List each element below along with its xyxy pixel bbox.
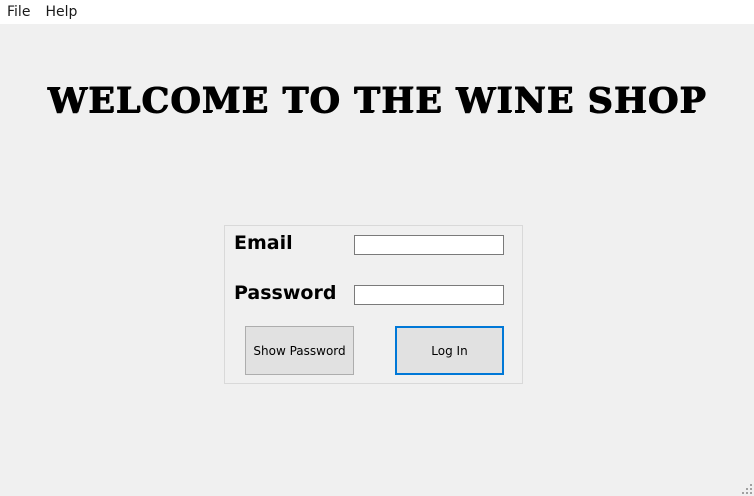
log-in-button[interactable]: Log In <box>395 326 504 375</box>
resize-grip-icon[interactable] <box>740 482 752 494</box>
email-label: Email <box>234 232 293 254</box>
menu-help[interactable]: Help <box>37 0 85 24</box>
email-field[interactable] <box>354 235 504 255</box>
password-label: Password <box>234 282 337 304</box>
page-title: WELCOME TO THE WINE SHOP <box>47 80 707 121</box>
menu-bar: File Help <box>0 0 754 24</box>
menu-file[interactable]: File <box>0 0 37 24</box>
show-password-button[interactable]: Show Password <box>245 326 354 375</box>
password-field[interactable] <box>354 285 504 305</box>
